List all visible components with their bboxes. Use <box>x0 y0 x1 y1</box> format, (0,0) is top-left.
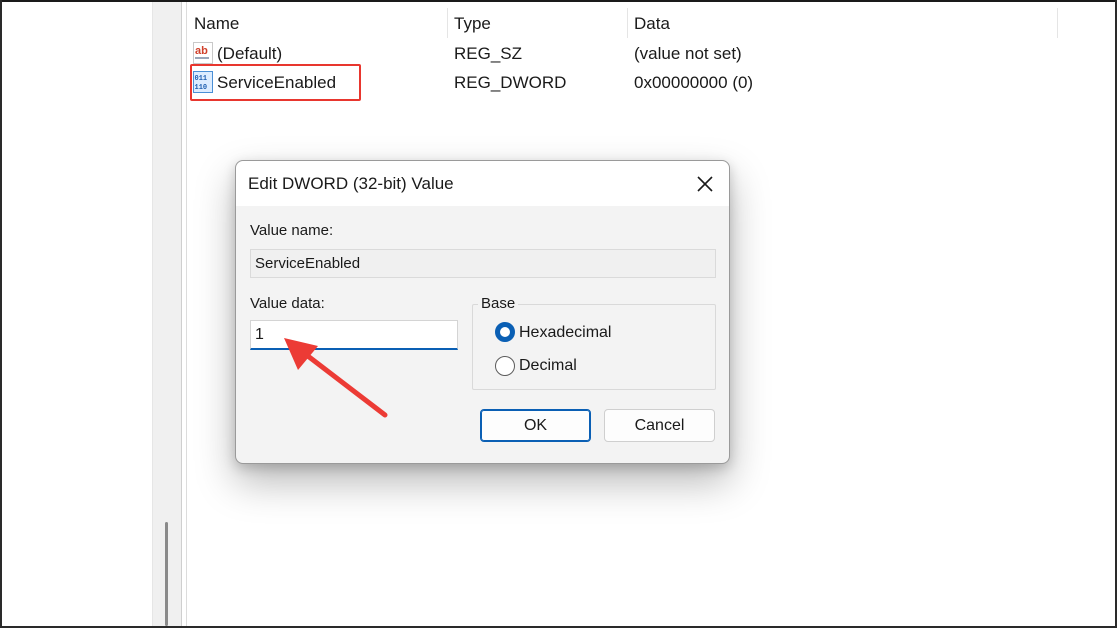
column-separator[interactable] <box>447 8 448 38</box>
close-icon <box>697 176 713 192</box>
registry-tree-pane[interactable] <box>2 2 152 626</box>
column-header-data[interactable]: Data <box>634 14 670 34</box>
hexadecimal-label[interactable]: Hexadecimal <box>519 324 611 342</box>
decimal-label[interactable]: Decimal <box>519 357 577 375</box>
dialog-titlebar[interactable]: Edit DWORD (32-bit) Value <box>236 161 729 206</box>
value-type: REG_DWORD <box>454 73 567 92</box>
value-data: 0x00000000 (0) <box>634 73 754 92</box>
arrow-annotation-icon <box>284 338 388 418</box>
highlight-annotation-box <box>190 64 361 101</box>
string-value-icon: ab <box>193 42 213 64</box>
tree-scrollbar[interactable] <box>152 2 181 626</box>
ok-button[interactable]: OK <box>480 409 591 442</box>
value-data: (value not set) <box>634 44 742 63</box>
value-name-label: Value name: <box>250 222 334 239</box>
column-separator[interactable] <box>627 8 628 38</box>
column-header-type[interactable]: Type <box>454 14 491 34</box>
column-separator[interactable] <box>1057 8 1058 38</box>
radio-selected-dot <box>502 329 508 335</box>
hexadecimal-radio[interactable] <box>495 322 515 342</box>
column-header-name[interactable]: Name <box>194 14 239 34</box>
value-name-field[interactable]: ServiceEnabled <box>250 249 716 278</box>
cancel-button[interactable]: Cancel <box>604 409 715 442</box>
value-type: REG_SZ <box>454 44 523 63</box>
dialog-title: Edit DWORD (32-bit) Value <box>248 174 454 193</box>
value-name: (Default) <box>217 44 283 63</box>
decimal-radio[interactable] <box>495 356 515 376</box>
tree-scrollbar-thumb[interactable] <box>165 522 168 626</box>
base-label: Base <box>478 295 519 312</box>
svg-text:ab: ab <box>195 45 208 57</box>
value-data-label: Value data: <box>250 295 325 312</box>
close-button[interactable] <box>691 171 719 197</box>
base-groupbox <box>472 304 716 390</box>
